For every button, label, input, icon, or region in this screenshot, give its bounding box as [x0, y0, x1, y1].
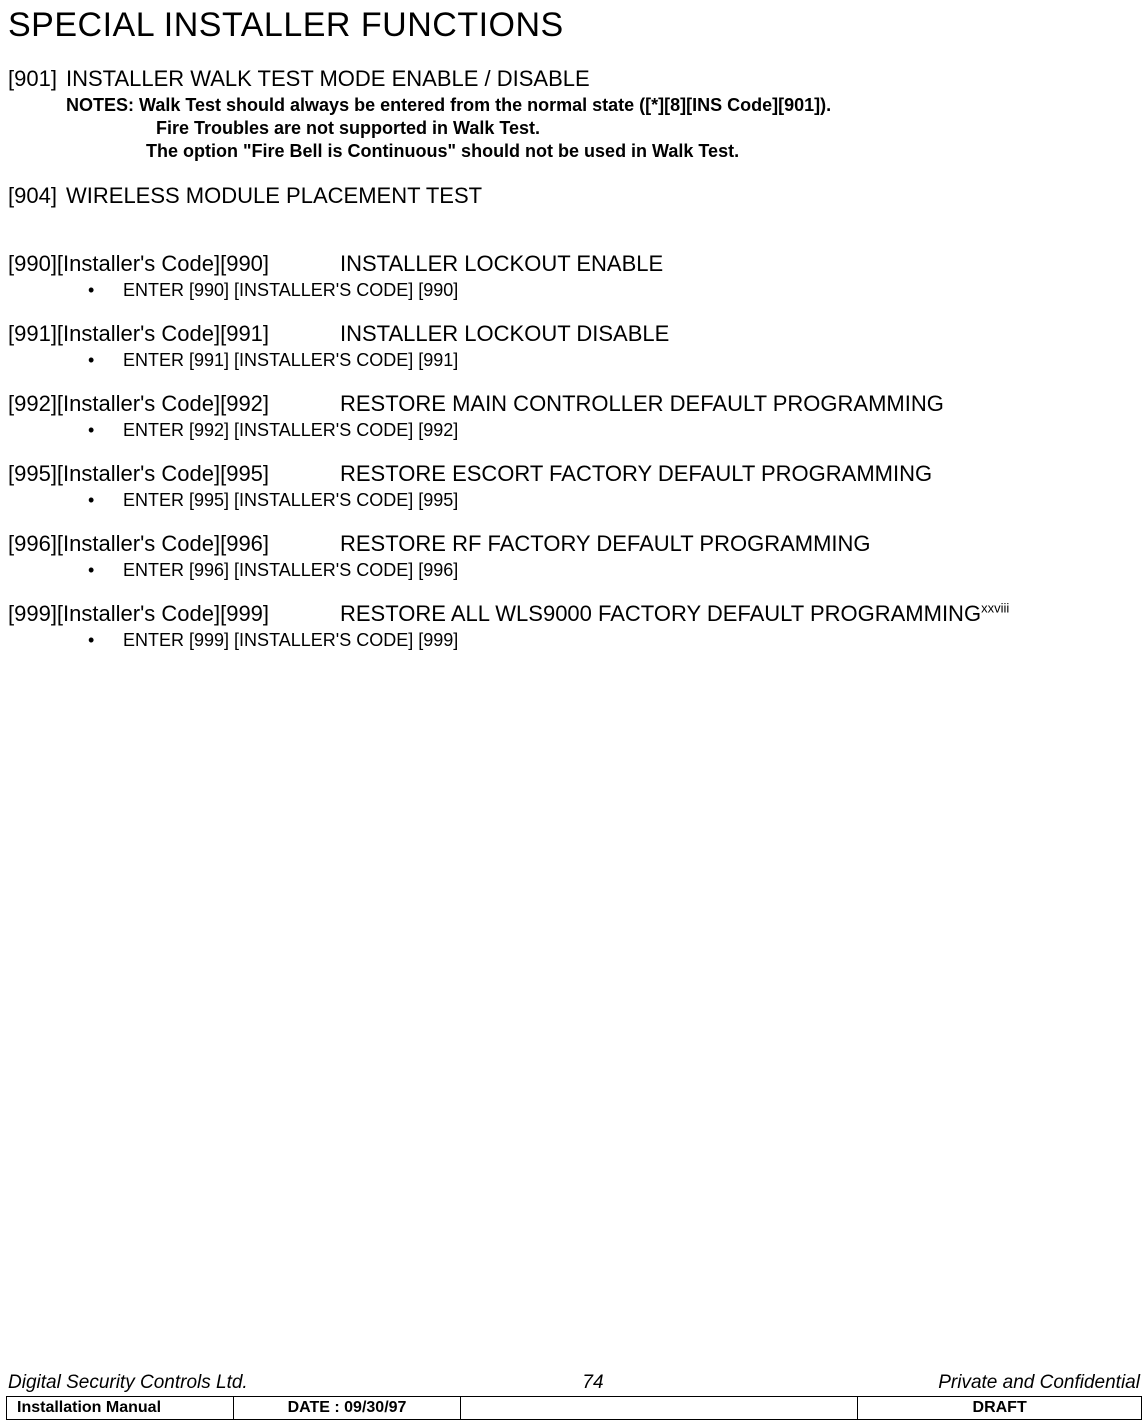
heading-text: INSTALLER LOCKOUT DISABLE — [340, 320, 669, 349]
heading-row: [999][Installer's Code][999] RESTORE ALL… — [8, 600, 1140, 629]
code-label: [991][Installer's Code][991] — [8, 320, 340, 349]
heading-row: [901] INSTALLER WALK TEST MODE ENABLE / … — [8, 65, 1140, 94]
footer-italic-row: Digital Security Controls Ltd. 74 Privat… — [6, 1372, 1142, 1396]
bullet-icon: • — [88, 419, 118, 442]
item-text: ENTER [991] [INSTALLER'S CODE] [991] — [123, 349, 458, 372]
heading-999: RESTORE ALL WLS9000 FACTORY DEFAULT PROG… — [340, 601, 981, 626]
item-text: ENTER [992] [INSTALLER'S CODE] [992] — [123, 419, 458, 442]
page-title: SPECIAL INSTALLER FUNCTIONS — [8, 6, 1140, 45]
note-line-1: Walk Test should always be entered from … — [139, 95, 831, 115]
heading-row: [904] WIRELESS MODULE PLACEMENT TEST — [8, 182, 1140, 211]
bullet-icon: • — [88, 629, 118, 652]
bullet-item: • ENTER [990] [INSTALLER'S CODE] [990] — [88, 279, 1140, 302]
heading-text: INSTALLER WALK TEST MODE ENABLE / DISABL… — [66, 65, 590, 94]
section-904: [904] WIRELESS MODULE PLACEMENT TEST — [8, 182, 1140, 211]
section-991: [991][Installer's Code][991] INSTALLER L… — [8, 320, 1140, 372]
heading-text: WIRELESS MODULE PLACEMENT TEST — [66, 182, 482, 211]
bullet-item: • ENTER [992] [INSTALLER'S CODE] [992] — [88, 419, 1140, 442]
heading-row: [996][Installer's Code][996] RESTORE RF … — [8, 530, 1140, 559]
heading-text: RESTORE ESCORT FACTORY DEFAULT PROGRAMMI… — [340, 460, 932, 489]
code-label: [990][Installer's Code][990] — [8, 250, 340, 279]
footer-manual-cell: Installation Manual — [7, 1397, 234, 1420]
item-text: ENTER [995] [INSTALLER'S CODE] [995] — [123, 489, 458, 512]
item-text: ENTER [999] [INSTALLER'S CODE] [999] — [123, 629, 458, 652]
section-995: [995][Installer's Code][995] RESTORE ESC… — [8, 460, 1140, 512]
item-text: ENTER [996] [INSTALLER'S CODE] [996] — [123, 559, 458, 582]
code-label: [904] — [8, 182, 66, 211]
bullet-icon: • — [88, 559, 118, 582]
footer-table: Installation Manual DATE : 09/30/97 DRAF… — [6, 1396, 1142, 1420]
page-footer: Digital Security Controls Ltd. 74 Privat… — [6, 1372, 1142, 1420]
code-label: [995][Installer's Code][995] — [8, 460, 340, 489]
footer-empty-cell — [461, 1397, 858, 1420]
footer-table-row: Installation Manual DATE : 09/30/97 DRAF… — [7, 1397, 1142, 1420]
superscript: xxviii — [981, 601, 1009, 616]
footer-page-number: 74 — [582, 1372, 603, 1394]
code-label: [999][Installer's Code][999] — [8, 600, 340, 629]
heading-row: [991][Installer's Code][991] INSTALLER L… — [8, 320, 1140, 349]
footer-confidential: Private and Confidential — [938, 1372, 1140, 1394]
bullet-item: • ENTER [991] [INSTALLER'S CODE] [991] — [88, 349, 1140, 372]
heading-text: RESTORE MAIN CONTROLLER DEFAULT PROGRAMM… — [340, 390, 944, 419]
heading-row: [992][Installer's Code][992] RESTORE MAI… — [8, 390, 1140, 419]
section-996: [996][Installer's Code][996] RESTORE RF … — [8, 530, 1140, 582]
bullet-icon: • — [88, 279, 118, 302]
footer-date-cell: DATE : 09/30/97 — [234, 1397, 461, 1420]
footer-company: Digital Security Controls Ltd. — [8, 1372, 248, 1394]
note-line-2: Fire Troubles are not supported in Walk … — [66, 117, 1140, 140]
note-line-3: The option "Fire Bell is Continuous" sho… — [66, 140, 1140, 163]
section-990: [990][Installer's Code][990] INSTALLER L… — [8, 250, 1140, 302]
heading-text: INSTALLER LOCKOUT ENABLE — [340, 250, 663, 279]
item-text: ENTER [990] [INSTALLER'S CODE] [990] — [123, 279, 458, 302]
bullet-item: • ENTER [995] [INSTALLER'S CODE] [995] — [88, 489, 1140, 512]
code-label: [992][Installer's Code][992] — [8, 390, 340, 419]
heading-text: RESTORE RF FACTORY DEFAULT PROGRAMMING — [340, 530, 871, 559]
bullet-icon: • — [88, 349, 118, 372]
bullet-item: • ENTER [996] [INSTALLER'S CODE] [996] — [88, 559, 1140, 582]
heading-row: [990][Installer's Code][990] INSTALLER L… — [8, 250, 1140, 279]
section-901: [901] INSTALLER WALK TEST MODE ENABLE / … — [8, 65, 1140, 164]
code-label: [901] — [8, 65, 66, 94]
section-999: [999][Installer's Code][999] RESTORE ALL… — [8, 600, 1140, 652]
heading-row: [995][Installer's Code][995] RESTORE ESC… — [8, 460, 1140, 489]
bullet-item: • ENTER [999] [INSTALLER'S CODE] [999] — [88, 629, 1140, 652]
notes-label: NOTES: — [66, 95, 139, 115]
notes-block: NOTES: Walk Test should always be entere… — [66, 94, 1140, 164]
code-label: [996][Installer's Code][996] — [8, 530, 340, 559]
heading-text: RESTORE ALL WLS9000 FACTORY DEFAULT PROG… — [340, 600, 1009, 629]
section-992: [992][Installer's Code][992] RESTORE MAI… — [8, 390, 1140, 442]
footer-draft-cell: DRAFT — [858, 1397, 1142, 1420]
bullet-icon: • — [88, 489, 118, 512]
